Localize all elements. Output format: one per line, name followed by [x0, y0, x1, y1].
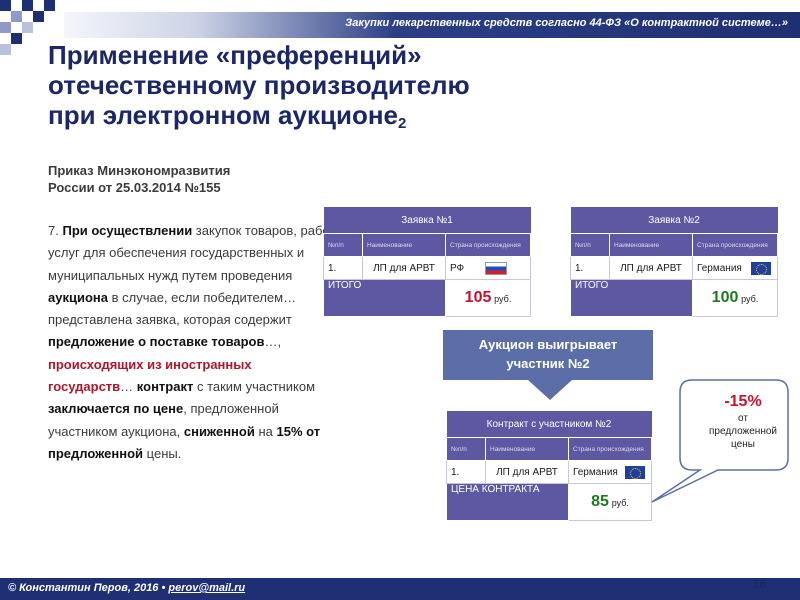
title-line-3: при электронном аукционе2	[48, 100, 407, 132]
footer-author: © Константин Перов, 2016 • perov@mail.ru	[8, 582, 246, 594]
contract-price: 85	[591, 493, 609, 510]
auction-winner-box: Аукцион выигрывает участник №2	[443, 330, 653, 380]
header-banner: Закупки лекарственных средств согласно 4…	[64, 12, 800, 38]
body-paragraph: 7. При осуществлении закупок товаров, ра…	[48, 223, 338, 461]
slide-title: Применение «преференций» отечественному …	[48, 40, 648, 139]
page-number: 16	[752, 576, 767, 591]
table-row: 1. ЛП для АРВТ РФ	[323, 256, 531, 280]
title-line-2: отечественному производителю	[48, 70, 470, 100]
footer-bar: © Константин Перов, 2016 • perov@mail.ru	[0, 578, 800, 600]
table-row: 1. ЛП для АРВТ Германия	[446, 460, 652, 484]
application-2-title: Заявка №2	[570, 207, 778, 234]
total-price: 105	[464, 289, 492, 306]
header-bar: Закупки лекарственных средств согласно 4…	[0, 0, 800, 55]
title-line-1: Применение «преференций»	[48, 40, 422, 70]
down-arrow-icon	[528, 380, 572, 400]
table-row: 1. ЛП для АРВТ Германия	[570, 256, 778, 280]
footer-email-link[interactable]: perov@mail.ru	[168, 582, 245, 594]
contract-table: Контракт с участником №2 №п/п Наименован…	[446, 411, 652, 521]
total-price: 100	[711, 289, 739, 306]
application-1-title: Заявка №1	[323, 207, 531, 234]
discount-callout-text: -15% от предложенной цены	[688, 392, 798, 451]
banner-text: Закупки лекарственных средств согласно 4…	[345, 17, 788, 29]
russia-flag-icon	[484, 261, 507, 275]
application-2-table: Заявка №2 №п/п Наименование Страна проис…	[570, 207, 778, 317]
eu-flag-icon	[624, 465, 645, 479]
contract-title: Контракт с участником №2	[446, 411, 652, 438]
eu-flag-icon	[750, 261, 771, 275]
order-reference: Приказ Минэкономразвития России от 25.03…	[48, 163, 231, 195]
discount-percent: -15%	[724, 393, 762, 410]
application-1-table: Заявка №1 №п/п Наименование Страна проис…	[323, 207, 531, 317]
